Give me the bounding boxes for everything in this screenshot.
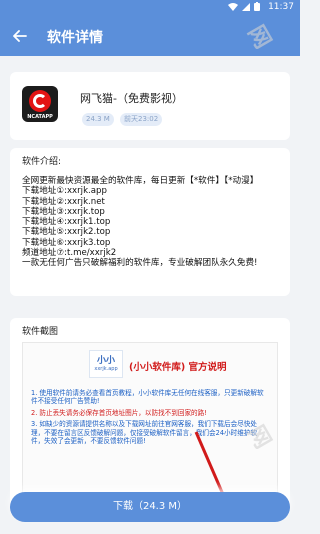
screenshots-card: 软件截图 小小 xxrjk.app (小小软件库) 官方说明 1. 使用软件前请… — [10, 318, 290, 518]
screenshot-logo-small: xxrjk.app — [94, 366, 118, 372]
signal-icon — [242, 2, 250, 11]
status-time: 11:37 — [268, 2, 294, 12]
intro-title: 软件介绍: — [22, 157, 62, 167]
intro-card: 软件介绍: 全网更新最快资源最全的软件库，每日更新【*软件】【*动漫】 下载地址… — [10, 148, 290, 296]
screenshot-line-1: 1. 使用软件前请务必查看首页教程，小小软件库无任何在线客服，只更新破解软件不接… — [31, 389, 264, 406]
battery-icon — [254, 2, 260, 11]
download-button[interactable]: 下载（24.3 M） — [10, 492, 290, 522]
screenshot-logo-big: 小小 — [96, 356, 115, 366]
back-button[interactable] — [10, 26, 30, 46]
screenshots-title: 软件截图 — [22, 327, 59, 337]
app-logo: NCATAPP — [22, 86, 58, 122]
page-title: 软件详情 — [47, 30, 103, 46]
app-logo-text: NCATAPP — [27, 114, 53, 120]
app-info-card: NCATAPP 网飞猫-（免费影视） 24.3 M 前天23:02 — [10, 72, 290, 140]
app-size-badge: 24.3 M — [82, 113, 114, 126]
wifi-icon — [228, 2, 238, 11]
status-bar: 11:37 — [0, 0, 300, 16]
app-name: 网飞猫-（免费影视） — [80, 92, 183, 105]
status-icons — [228, 2, 260, 11]
app-date-badge: 前天23:02 — [120, 113, 163, 126]
screenshot-headline: (小小软件库) 官方说明 — [129, 362, 227, 373]
intro-text: 全网更新最快资源最全的软件库，每日更新【*软件】【*动漫】 下载地址①:xxrj… — [22, 176, 259, 269]
app-bar: 软件详情 — [0, 16, 300, 56]
back-arrow-icon — [13, 30, 27, 42]
screenshot-line-2: 2. 防止丢失请务必保存首页地址图片，以防找不到回家的路! — [31, 408, 207, 417]
app-logo-mark — [29, 90, 51, 112]
screenshot-logo: 小小 xxrjk.app — [89, 350, 123, 378]
